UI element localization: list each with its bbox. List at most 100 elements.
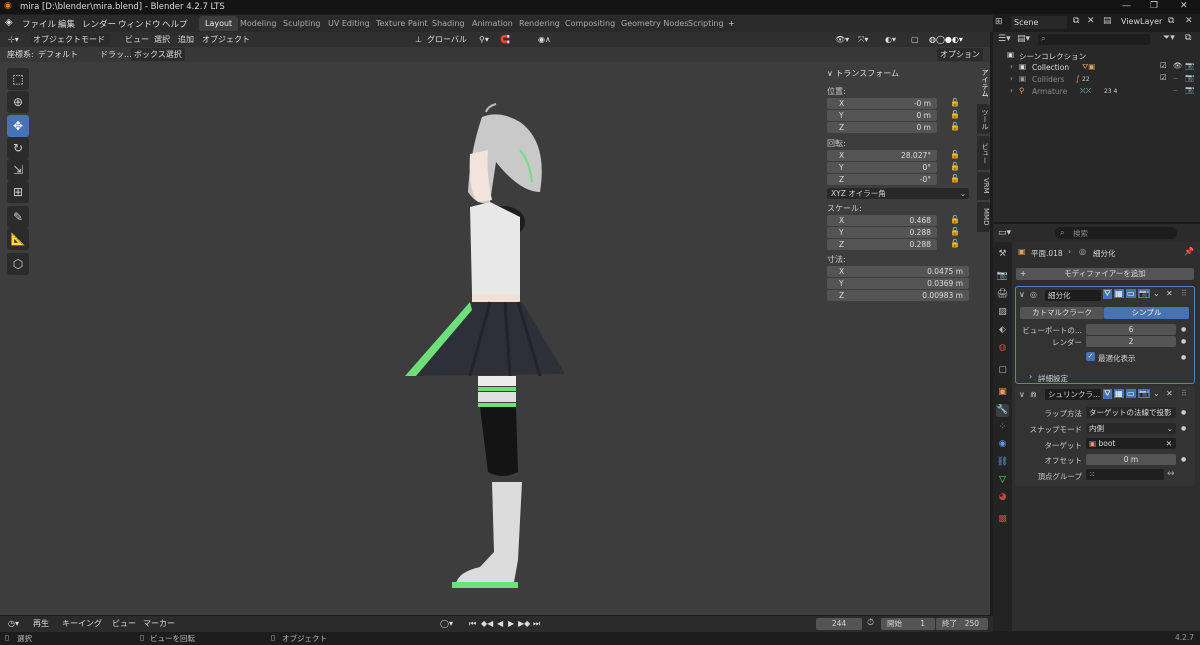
render-props-icon[interactable]: 📷 bbox=[996, 270, 1009, 283]
drag-handle-icon[interactable]: ⠿ bbox=[1181, 289, 1187, 298]
delete-scene-icon[interactable]: ✕ bbox=[1087, 16, 1095, 26]
offset-field[interactable]: 0 m bbox=[1086, 454, 1176, 465]
location-x-field[interactable]: X -0 m bbox=[827, 98, 937, 109]
coord-selector[interactable]: デフォルト bbox=[35, 48, 81, 61]
keyframe-icon[interactable]: ● bbox=[1181, 456, 1186, 463]
rotate-tool[interactable]: ↻ bbox=[7, 137, 29, 159]
tab-texture-paint[interactable]: Texture Paint bbox=[370, 16, 434, 31]
tab-simple[interactable]: シンプル bbox=[1104, 307, 1189, 319]
view-layer-props-icon[interactable]: ▨ bbox=[996, 306, 1009, 319]
chevron-down-icon[interactable]: ⌄ bbox=[1153, 389, 1160, 398]
pin-icon[interactable]: 📌 bbox=[1184, 247, 1194, 256]
overlay-icon[interactable]: ◐▾ bbox=[882, 33, 899, 46]
collection-props-icon[interactable]: ▢ bbox=[996, 364, 1009, 377]
eye-hidden-icon[interactable]: ⌣ bbox=[1173, 85, 1178, 95]
cursor-tool[interactable]: ⊕ bbox=[7, 91, 29, 113]
rotation-y-field[interactable]: Y 0° bbox=[827, 162, 937, 173]
texture-props-icon[interactable]: ▩ bbox=[996, 513, 1009, 526]
annotate-tool[interactable]: ✎ bbox=[7, 206, 29, 228]
maximize-button[interactable]: ❐ bbox=[1150, 1, 1158, 11]
add-workspace-button[interactable]: + bbox=[722, 16, 741, 31]
select-box-tool[interactable]: ⬚ bbox=[7, 68, 29, 90]
options-button[interactable]: オプション bbox=[937, 48, 983, 61]
menu-help[interactable]: ヘルプ bbox=[162, 18, 188, 30]
tab-sculpting[interactable]: Sculpting bbox=[277, 16, 326, 31]
collapse-icon[interactable]: ∨ bbox=[1019, 290, 1025, 299]
dimensions-y-field[interactable]: Y 0.0369 m bbox=[827, 278, 969, 289]
new-collection-icon[interactable]: ⧉ bbox=[1185, 33, 1191, 43]
menu-add[interactable]: 追加 bbox=[175, 33, 197, 46]
keyframe-icon[interactable]: ● bbox=[1181, 338, 1186, 345]
expand-icon[interactable]: › bbox=[1010, 86, 1013, 95]
edit-mode-icon[interactable]: ⛛ bbox=[1103, 389, 1112, 399]
camera-icon[interactable]: 📷 bbox=[1185, 85, 1194, 94]
optimal-display-checkbox[interactable]: ✓ bbox=[1086, 352, 1095, 361]
modifier-props-icon[interactable]: 🔧 bbox=[996, 404, 1009, 417]
new-scene-icon[interactable]: ⧉ bbox=[1073, 16, 1079, 26]
scale-x-field[interactable]: X 0.468 bbox=[827, 215, 937, 226]
transform-section-header[interactable]: ∨ トランスフォーム bbox=[827, 68, 899, 79]
subdivision-name-field[interactable]: 細分化 bbox=[1045, 290, 1101, 301]
properties-search-input[interactable]: ⌕ 検索 bbox=[1055, 227, 1177, 239]
render-icon[interactable]: 📷 bbox=[1138, 389, 1150, 398]
eye-icon[interactable]: 👁 bbox=[1173, 61, 1183, 70]
menu-file[interactable]: ファイル bbox=[22, 18, 56, 30]
on-cage-icon[interactable]: ▦ bbox=[1114, 289, 1124, 298]
lock-icon[interactable]: 🔓 bbox=[950, 150, 960, 159]
add-cube-tool[interactable]: ⬡ bbox=[7, 253, 29, 275]
close-button[interactable]: ✕ bbox=[1180, 1, 1188, 11]
outliner-row-collection[interactable]: › ▣ Collection ⛛▣ ☑ 👁 📷 bbox=[996, 61, 1196, 73]
viewport-display-icon[interactable]: ▭ bbox=[1126, 389, 1136, 398]
clear-icon[interactable]: ✕ bbox=[1166, 438, 1172, 449]
pivot-icon[interactable]: ⚲▾ bbox=[476, 33, 492, 46]
lock-icon[interactable]: 🔓 bbox=[950, 110, 960, 119]
jump-end-icon[interactable]: ⏭ bbox=[530, 617, 543, 630]
snap-mode-dropdown[interactable]: 内側 ⌄ bbox=[1086, 423, 1176, 434]
vertex-group-field[interactable]: ⁙ bbox=[1086, 469, 1164, 480]
wrap-method-dropdown[interactable]: ターゲットの法線で投影 bbox=[1086, 407, 1176, 418]
particles-props-icon[interactable]: ⁘ bbox=[996, 421, 1009, 434]
physics-props-icon[interactable]: ◉ bbox=[996, 438, 1009, 451]
tab-compositing[interactable]: Compositing bbox=[559, 16, 621, 31]
keyframe-icon[interactable]: ● bbox=[1181, 326, 1186, 333]
material-props-icon[interactable]: ◕ bbox=[996, 491, 1009, 504]
delete-view-layer-icon[interactable]: ✕ bbox=[1185, 16, 1193, 26]
tab-animation[interactable]: Animation bbox=[466, 16, 519, 31]
checkbox-icon[interactable]: ☑ bbox=[1160, 73, 1167, 82]
minimize-button[interactable]: — bbox=[1122, 1, 1131, 11]
view-layer-selector[interactable]: ViewLayer bbox=[1121, 17, 1162, 26]
menu-render[interactable]: レンダー bbox=[82, 18, 116, 30]
keyframe-icon[interactable]: ● bbox=[1181, 354, 1186, 361]
scene-selector[interactable]: Scene bbox=[1011, 16, 1067, 29]
location-y-field[interactable]: Y 0 m bbox=[827, 110, 937, 121]
new-view-layer-icon[interactable]: ⧉ bbox=[1168, 16, 1174, 26]
xray-icon[interactable]: ▢ bbox=[908, 33, 922, 46]
scene-props-icon[interactable]: ⬖ bbox=[996, 324, 1009, 337]
shading-solid-icon[interactable]: ◍◯●◐▾ bbox=[926, 33, 966, 46]
measure-tool[interactable]: 📐 bbox=[7, 228, 29, 250]
tab-item[interactable]: アイテム bbox=[977, 64, 990, 102]
snap-icon[interactable]: 🧲 bbox=[497, 33, 513, 46]
object-props-icon[interactable]: ▣ bbox=[996, 386, 1009, 399]
collapse-icon[interactable]: ∨ bbox=[1019, 390, 1025, 399]
blender-menu-icon[interactable]: ◈ bbox=[5, 17, 13, 28]
lock-icon[interactable]: 🔓 bbox=[950, 215, 960, 224]
outliner-type-icon[interactable]: ☰▾ bbox=[998, 34, 1011, 44]
keyframe-icon[interactable]: ● bbox=[1181, 425, 1186, 432]
edit-mode-icon[interactable]: ⛛ bbox=[1103, 289, 1112, 299]
output-props-icon[interactable]: 🖨 bbox=[996, 288, 1009, 301]
rotation-mode-dropdown[interactable]: XYZ オイラー角 ⌄ bbox=[827, 188, 969, 199]
expand-icon[interactable]: › bbox=[1010, 74, 1013, 83]
start-frame-field[interactable]: 開始 1 bbox=[881, 618, 935, 630]
mode-selector[interactable]: オブジェクトモード bbox=[30, 33, 110, 46]
scale-tool[interactable]: ⇲ bbox=[7, 159, 29, 181]
marker-menu[interactable]: マーカー bbox=[140, 617, 178, 630]
tab-modeling[interactable]: Modeling bbox=[234, 16, 282, 31]
auto-keying-icon[interactable]: ◯▾ bbox=[437, 617, 456, 630]
constraints-props-icon[interactable]: ⛓ bbox=[996, 456, 1009, 469]
editor-type-icon[interactable]: ⊹▾ bbox=[5, 33, 22, 46]
tab-layout[interactable]: Layout bbox=[199, 16, 239, 31]
view-menu[interactable]: ビュー bbox=[109, 617, 139, 630]
advanced-section[interactable]: 詳細設定 bbox=[1038, 373, 1068, 384]
checkbox-icon[interactable]: ☑ bbox=[1160, 61, 1167, 70]
